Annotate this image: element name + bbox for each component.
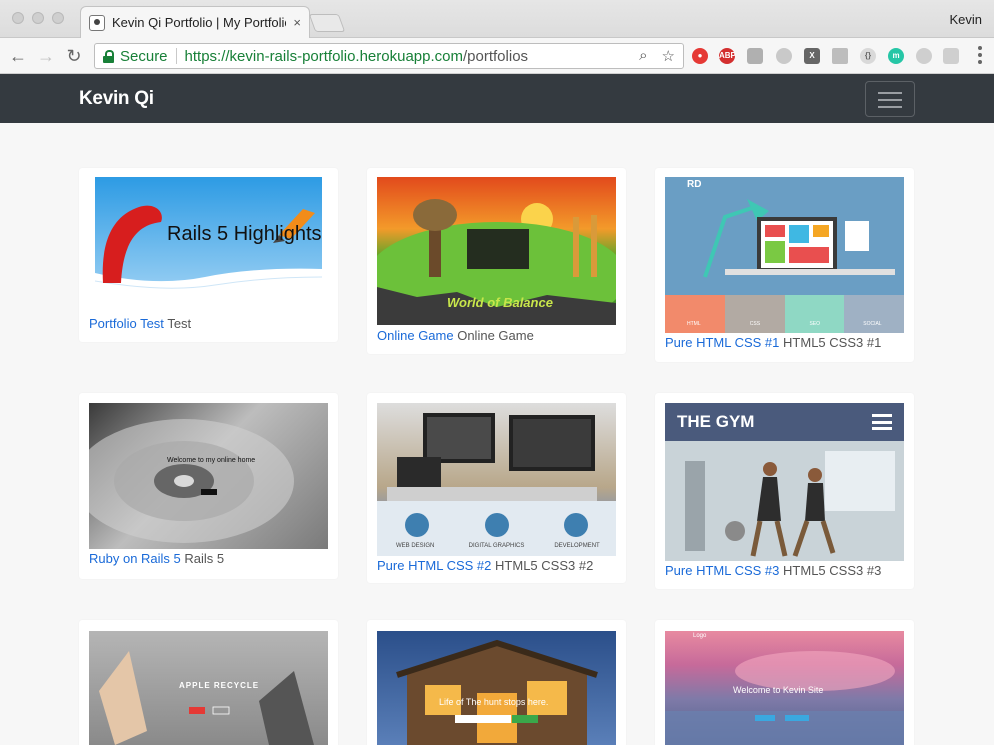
portfolio-caption: Pure HTML CSS #3 HTML5 CSS3 #3 — [665, 563, 881, 578]
tab-title: Kevin Qi Portfolio | My Portfolio — [112, 15, 287, 30]
portfolio-card: Welcome to my online home Ruby on Rails … — [79, 393, 338, 579]
portfolio-caption: Pure HTML CSS #1 HTML5 CSS3 #1 — [665, 335, 881, 350]
browser-tab-strip: Kevin Qi Portfolio | My Portfolio × Kevi… — [0, 0, 994, 38]
thumbnail-tab: DEVELOPMENT — [536, 501, 616, 556]
window-extension-icon[interactable] — [943, 48, 959, 64]
cube-extension-icon[interactable] — [747, 48, 763, 64]
favicon-icon — [89, 14, 105, 31]
portfolio-caption: Portfolio Test Test — [89, 316, 191, 331]
portfolio-subtitle: Rails 5 — [184, 551, 225, 566]
m-extension-icon[interactable]: m — [888, 48, 904, 64]
thumbnail-tab: DIGITAL GRAPHICS — [457, 501, 537, 556]
hamburger-icon — [872, 414, 892, 430]
portfolio-thumbnail[interactable]: World of Balance — [377, 177, 616, 325]
thumbnail-tab: SEO — [784, 295, 845, 333]
thumbnail-title: THE GYM — [677, 412, 755, 431]
portfolio-subtitle: HTML5 CSS3 #3 — [783, 563, 882, 578]
portfolio-title-link[interactable]: Ruby on Rails 5 — [89, 551, 181, 566]
portfolio-subtitle: HTML5 CSS3 #2 — [495, 558, 594, 573]
portfolio-card: WEB DESIGN DIGITAL GRAPHICS DEVELOPMENT … — [367, 393, 626, 583]
thumbnail-tab: WEB DESIGN — [377, 501, 457, 556]
forward-arrow-icon[interactable]: → — [35, 45, 57, 67]
lock-icon — [103, 49, 114, 63]
reload-icon[interactable]: ↻ — [63, 45, 85, 67]
portfolio-thumbnail[interactable]: Welcome to my online home — [89, 403, 328, 549]
portfolio-card: Logo Welcome to Kevin Site — [655, 620, 914, 745]
json-extension-icon[interactable]: {} — [860, 48, 876, 64]
thumbnail-logo: Logo — [693, 633, 707, 639]
thumbnail-title: World of Balance — [447, 295, 553, 310]
browser-menu-icon[interactable] — [978, 46, 982, 64]
thumbnail-tab: HTML — [665, 295, 725, 333]
maximize-window-button[interactable] — [52, 12, 64, 24]
portfolio-thumbnail[interactable]: APPLE RECYCLE — [89, 631, 328, 745]
x-extension-icon[interactable]: X — [804, 48, 820, 64]
profile-name[interactable]: Kevin — [949, 12, 982, 27]
url-path: /portfolios — [463, 47, 529, 65]
url-base: https://kevin-rails-portfolio.herokuapp.… — [184, 47, 463, 65]
address-bar[interactable]: Secure https://kevin-rails-portfolio.her… — [94, 43, 684, 69]
thumbnail-tab: CSS — [724, 295, 785, 333]
secure-label: Secure — [120, 47, 168, 65]
portfolio-title-link[interactable]: Pure HTML CSS #2 — [377, 558, 491, 573]
url-divider — [175, 48, 177, 64]
portfolio-card: THE GYM Pure HTML CSS #3 HTML5 CSS3 #3 — [655, 393, 914, 589]
portfolio-title-link[interactable]: Online Game — [377, 328, 454, 343]
portfolio-thumbnail[interactable]: RD HTML CSS SEO SOCIAL — [665, 177, 904, 333]
portfolio-thumbnail[interactable]: THE GYM — [665, 403, 904, 561]
thumbnail-title: APPLE RECYCLE — [179, 681, 260, 690]
portfolio-title-link[interactable]: Pure HTML CSS #3 — [665, 563, 779, 578]
gear-extension-icon[interactable] — [916, 48, 932, 64]
ublock-extension-icon[interactable]: ● — [692, 48, 708, 64]
portfolio-subtitle: HTML5 CSS3 #1 — [783, 335, 882, 350]
portfolio-card: APPLE RECYCLE — [79, 620, 338, 745]
download-extension-icon[interactable] — [776, 48, 792, 64]
thumbnail-title: Welcome to my online home — [167, 457, 256, 464]
minimize-window-button[interactable] — [32, 12, 44, 24]
portfolio-caption: Online Game Online Game — [377, 328, 534, 343]
portfolio-card: Life of The hunt stops here. — [367, 620, 626, 745]
portfolio-thumbnail[interactable]: Life of The hunt stops here. — [377, 631, 616, 745]
portfolio-title-link[interactable]: Portfolio Test — [89, 316, 164, 331]
brand-link[interactable]: Kevin Qi — [79, 88, 154, 110]
back-arrow-icon[interactable]: ← — [7, 45, 29, 67]
portfolio-title-link[interactable]: Pure HTML CSS #1 — [665, 335, 779, 350]
portfolio-thumbnail[interactable]: WEB DESIGN DIGITAL GRAPHICS DEVELOPMENT — [377, 403, 616, 556]
tab-close-icon[interactable]: × — [293, 15, 301, 30]
portfolio-thumbnail[interactable]: Logo Welcome to Kevin Site — [665, 631, 904, 745]
thumbnail-title: Life of The hunt stops here. — [439, 697, 549, 707]
portfolio-caption: Ruby on Rails 5 Rails 5 — [89, 551, 224, 566]
thumbnail-tab: SOCIAL — [844, 295, 904, 333]
grid-extension-icon[interactable] — [832, 48, 848, 64]
zoom-icon[interactable]: ⌕ — [639, 47, 647, 65]
thumbnail-title: Rails 5 Highlights — [167, 223, 322, 245]
portfolio-card: World of Balance Online Game Online Game — [367, 168, 626, 354]
portfolio-caption: Pure HTML CSS #2 HTML5 CSS3 #2 — [377, 558, 593, 573]
portfolio-subtitle: Test — [167, 316, 192, 331]
bookmark-star-icon[interactable]: ☆ — [662, 47, 675, 65]
close-window-button[interactable] — [12, 12, 24, 24]
browser-toolbar: ← → ↻ Secure https://kevin-rails-portfol… — [0, 38, 994, 74]
portfolio-thumbnail[interactable]: Rails 5 Highlights — [95, 177, 322, 299]
new-tab-button[interactable] — [308, 14, 346, 32]
navbar-toggle-button[interactable] — [865, 81, 915, 117]
portfolio-subtitle: Online Game — [457, 328, 534, 343]
portfolio-card: Rails 5 Highlights Portfolio Test Test — [79, 168, 338, 342]
portfolio-card: RD HTML CSS SEO SOCIAL Pure HTML CSS #1 … — [655, 168, 914, 362]
site-navbar: Kevin Qi — [0, 74, 994, 123]
browser-tab[interactable]: Kevin Qi Portfolio | My Portfolio × — [80, 6, 310, 38]
adblock-plus-extension-icon[interactable]: ABP — [719, 48, 736, 64]
thumbnail-title: Welcome to Kevin Site — [733, 685, 824, 695]
